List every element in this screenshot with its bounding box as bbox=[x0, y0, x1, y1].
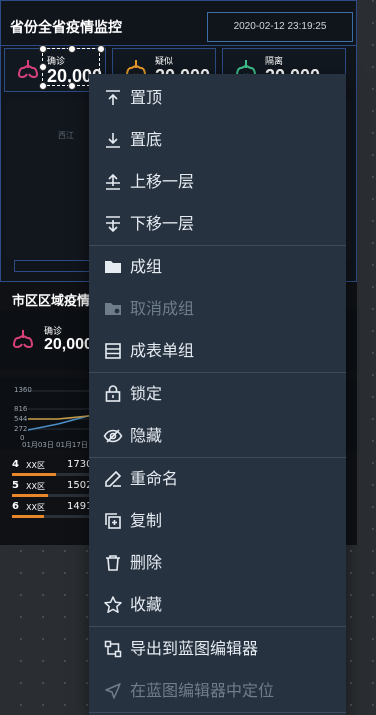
lock-icon bbox=[105, 385, 121, 402]
y-tick: 816 bbox=[14, 405, 28, 413]
menu-item-move-down[interactable]: 下移一层 bbox=[89, 203, 346, 245]
x-tick: 01月17日 bbox=[56, 441, 88, 449]
menu-item-lock[interactable]: 锁定 bbox=[89, 373, 346, 415]
date-time: 2020-02-12 23:19:25 bbox=[233, 21, 327, 32]
date-box: 2020-02-12 23:19:25 bbox=[207, 12, 353, 42]
menu-item-label: 导出到蓝图编辑器 bbox=[130, 639, 259, 658]
ungroup-folder-icon bbox=[105, 303, 121, 315]
menu-item-label: 成组 bbox=[130, 257, 163, 276]
menu-item-form-group[interactable]: 成表单组 bbox=[89, 330, 346, 372]
move-up-icon bbox=[106, 173, 120, 190]
rank-bar bbox=[12, 515, 44, 518]
menu-item-move-up[interactable]: 上移一层 bbox=[89, 161, 346, 203]
menu-item-label: 在蓝图编辑器中定位 bbox=[130, 681, 275, 700]
rank-name: XX区 bbox=[26, 461, 45, 470]
export-blueprint-icon bbox=[104, 640, 122, 658]
menu-item-delete[interactable]: 删除 bbox=[89, 542, 346, 584]
menu-item-label: 成表单组 bbox=[130, 341, 195, 360]
dashboard-title: 省份全省疫情监控 bbox=[10, 19, 122, 35]
map-label: 西江 bbox=[58, 131, 74, 140]
divider bbox=[0, 45, 357, 46]
menu-item-label: 收藏 bbox=[130, 595, 163, 614]
form-group-icon bbox=[105, 343, 121, 359]
menu-item-label: 取消成组 bbox=[130, 299, 195, 318]
rank-name: XX区 bbox=[26, 482, 45, 491]
resize-handle[interactable] bbox=[39, 45, 47, 53]
menu-item-favorite[interactable]: 收藏 bbox=[89, 584, 346, 626]
rank-number: 5 bbox=[12, 480, 19, 491]
resize-handle[interactable] bbox=[39, 82, 47, 90]
menu-item-label: 上移一层 bbox=[130, 172, 195, 191]
menu-divider bbox=[89, 712, 346, 713]
locate-arrow-icon bbox=[105, 683, 121, 699]
menu-item-bring-to-top[interactable]: 置顶 bbox=[89, 77, 346, 119]
resize-handle[interactable] bbox=[39, 63, 47, 71]
hide-eye-icon bbox=[103, 429, 123, 443]
menu-item-label: 置底 bbox=[130, 130, 163, 149]
rank-name: XX区 bbox=[26, 503, 45, 512]
menu-item-label: 删除 bbox=[130, 553, 163, 572]
rank-number: 4 bbox=[12, 459, 19, 470]
menu-item-export-blueprint[interactable]: 导出到蓝图编辑器 bbox=[89, 628, 346, 670]
menu-item-label: 隐藏 bbox=[130, 426, 163, 445]
lungs-icon bbox=[17, 60, 39, 78]
rank-number: 6 bbox=[12, 501, 19, 512]
resize-handle[interactable] bbox=[68, 45, 76, 53]
resize-handle[interactable] bbox=[68, 82, 76, 90]
folder-icon bbox=[105, 261, 121, 273]
menu-item-copy[interactable]: 复制 bbox=[89, 500, 346, 542]
menu-item-ungroup: 取消成组 bbox=[89, 288, 346, 330]
menu-divider bbox=[89, 626, 346, 627]
context-menu: 置顶 置底 上移一层 下移一层 成组 取消成组 成表单组 锁定 隐藏 重命名 复… bbox=[89, 74, 346, 715]
lungs-icon bbox=[12, 330, 34, 348]
rank-bar bbox=[12, 494, 48, 497]
menu-item-group[interactable]: 成组 bbox=[89, 246, 346, 288]
y-tick: 272 bbox=[14, 425, 28, 433]
star-icon bbox=[104, 596, 122, 613]
x-tick: 01月03日 bbox=[22, 441, 54, 449]
copy-icon bbox=[105, 513, 121, 529]
send-to-bottom-icon bbox=[106, 133, 120, 148]
rename-pencil-icon bbox=[105, 470, 122, 487]
y-tick: 544 bbox=[14, 415, 28, 423]
rank-bar bbox=[12, 473, 56, 476]
menu-item-label: 置顶 bbox=[130, 88, 163, 107]
resize-handle[interactable] bbox=[97, 45, 105, 53]
menu-item-rename[interactable]: 重命名 bbox=[89, 458, 346, 500]
menu-item-label: 复制 bbox=[130, 511, 163, 530]
menu-item-locate-in-blueprint: 在蓝图编辑器中定位 bbox=[89, 670, 346, 712]
y-tick: 1360 bbox=[14, 386, 32, 394]
trash-icon bbox=[106, 555, 120, 571]
bring-to-top-icon bbox=[106, 90, 120, 105]
menu-item-label: 锁定 bbox=[130, 384, 163, 403]
section-title: 市区区域疫情 bbox=[12, 293, 91, 308]
menu-item-label: 重命名 bbox=[130, 469, 179, 488]
menu-item-hide[interactable]: 隐藏 bbox=[89, 415, 346, 457]
menu-item-label: 下移一层 bbox=[130, 214, 195, 233]
stat-value: 20,000 bbox=[44, 336, 93, 353]
move-down-icon bbox=[106, 216, 120, 233]
menu-item-send-to-bottom[interactable]: 置底 bbox=[89, 119, 346, 161]
